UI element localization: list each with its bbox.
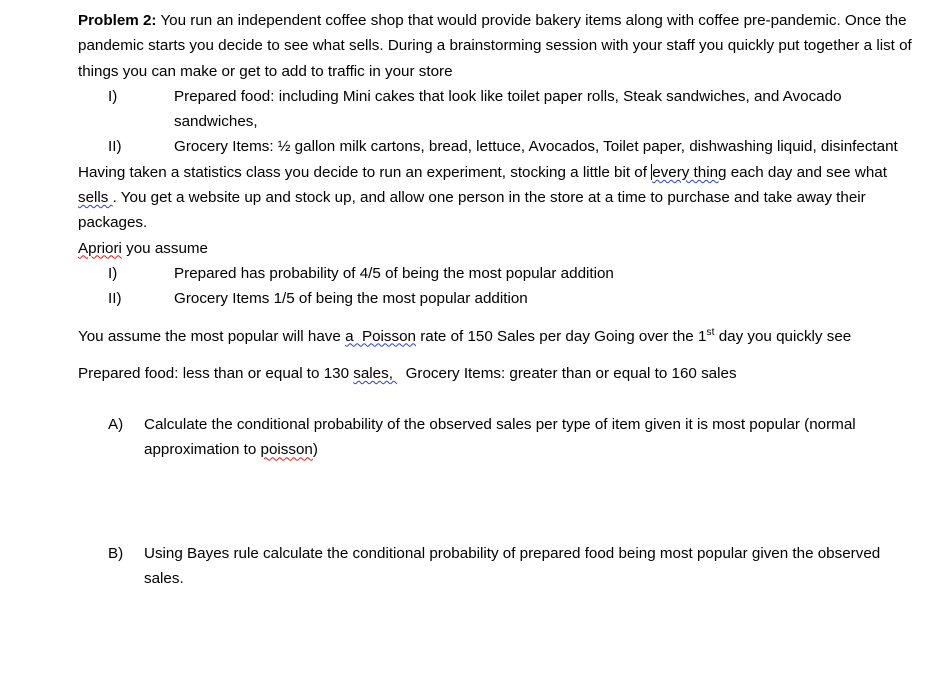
question-b-text: Using Bayes rule calculate the condition… (144, 544, 881, 588)
observed-sales-paragraph: Prepared food: less than or equal to 130… (78, 361, 918, 386)
apriori-assumptions-list: I) Prepared has probability of 4/5 of be… (78, 261, 918, 312)
questions-list: A) Calculate the conditional probability… (78, 412, 918, 591)
document-body: Problem 2: You run an independent coffee… (78, 8, 918, 591)
list-item-text: Grocery Items: ½ gallon milk cartons, br… (174, 138, 898, 156)
list-item-text: Grocery Items 1/5 of being the most popu… (174, 290, 528, 308)
problem-intro-text: You run an independent coffee shop that … (78, 12, 912, 80)
spelling-flag-apriori[interactable]: Apriori (78, 240, 122, 257)
list-item-text: Prepared food: including Mini cakes that… (174, 87, 842, 131)
answer-space (78, 463, 918, 541)
list-item-marker: I) (108, 87, 118, 105)
poisson-text-part-1: You assume the most popular will have (78, 327, 346, 345)
question-a-text-part-1: Calculate the conditional probability of… (144, 416, 856, 459)
spelling-flag-poisson[interactable]: poisson (261, 441, 313, 458)
experiment-text-part-2: each day and see what (726, 163, 887, 181)
poisson-text-part-2: rate of 150 Sales per day Going over the… (415, 327, 707, 345)
store-items-list: I) Prepared food: including Mini cakes t… (78, 84, 918, 160)
list-item: I) Prepared food: including Mini cakes t… (78, 84, 918, 135)
grammar-flag-everything[interactable]: every thing (652, 164, 726, 181)
list-item: II) Grocery Items: ½ gallon milk cartons… (78, 134, 918, 159)
problem-label: Problem 2: (78, 12, 157, 29)
apriori-text: you assume (121, 239, 208, 257)
list-item: A) Calculate the conditional probability… (78, 412, 918, 463)
experiment-text-part-3: . You get a website up and stock up, and… (78, 189, 866, 232)
problem-intro-paragraph: Problem 2: You run an independent coffee… (78, 8, 918, 84)
list-item-text: Prepared has probability of 4/5 of being… (174, 264, 614, 282)
list-item: I) Prepared has probability of 4/5 of be… (78, 261, 918, 286)
list-item: II) Grocery Items 1/5 of being the most … (78, 286, 918, 311)
list-item: B) Using Bayes rule calculate the condit… (78, 541, 918, 592)
list-item-marker: II) (108, 290, 122, 308)
observed-text-part-2: Grocery Items: greater than or equal to … (397, 364, 737, 382)
observed-text-part-1: Prepared food: less than or equal to 130 (78, 364, 354, 382)
experiment-text-part-1: Having taken a statistics class you deci… (78, 163, 652, 181)
list-item-marker: I) (108, 264, 118, 282)
poisson-rate-paragraph: You assume the most popular will have a … (78, 324, 918, 349)
grammar-flag-sells[interactable]: sells (78, 189, 113, 206)
list-item-marker: II) (108, 138, 122, 156)
grammar-flag-sales[interactable]: sales, (353, 365, 397, 382)
poisson-text-part-3: day you quickly see (714, 327, 852, 345)
experiment-paragraph: Having taken a statistics class you deci… (78, 160, 918, 236)
question-marker-b: B) (108, 544, 124, 562)
question-a-text-part-2: ) (312, 441, 318, 459)
grammar-flag-a-poisson[interactable]: a Poisson (345, 328, 416, 345)
document-page: Problem 2: You run an independent coffee… (0, 0, 952, 680)
apriori-paragraph: Apriori you assume (78, 236, 918, 261)
question-marker-a: A) (108, 416, 124, 434)
